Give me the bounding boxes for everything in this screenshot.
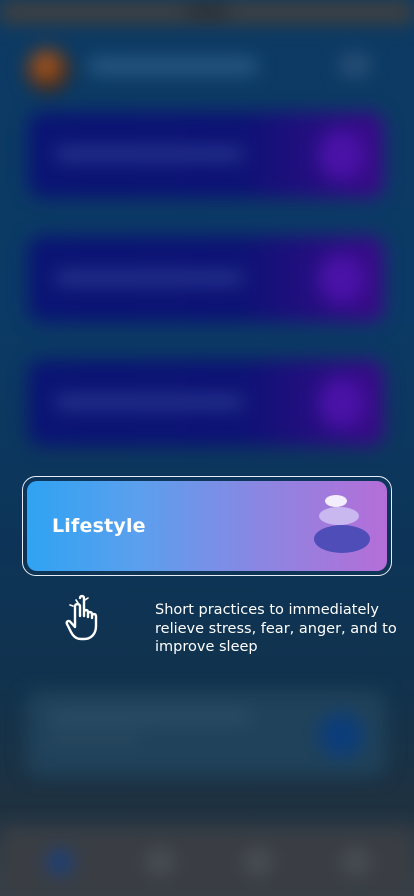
background-card-line [50, 734, 140, 744]
background-card [28, 360, 384, 446]
background-card [28, 236, 384, 322]
background-card-button [318, 712, 364, 758]
header-action-icon [340, 54, 370, 76]
background-card-label [54, 272, 244, 284]
background-card-lower [26, 690, 386, 776]
tab-icon [344, 850, 368, 874]
hand-pointer-icon [65, 594, 98, 641]
background-card-icon [318, 378, 364, 428]
blurred-background [0, 0, 414, 896]
status-bar [0, 0, 414, 24]
background-card-label [54, 148, 244, 160]
tab-bar [0, 828, 414, 896]
background-card-icon [318, 254, 364, 304]
tab-icon [246, 850, 270, 874]
app-screen: Lifestyle Short practices to immediately… [0, 0, 414, 896]
coach-mark-hint: Short practices to immediately relieve s… [155, 602, 397, 655]
lifestyle-card[interactable]: Lifestyle [27, 481, 387, 571]
tab-icon [148, 850, 172, 874]
tab-home-icon [48, 850, 72, 874]
header-title-placeholder [88, 58, 258, 74]
lifestyle-card-label: Lifestyle [52, 515, 146, 537]
background-card [28, 112, 384, 198]
background-card-icon [318, 130, 364, 180]
avatar [26, 48, 70, 92]
background-card-line [50, 712, 250, 722]
status-notch [185, 6, 229, 16]
background-card-label [54, 396, 244, 408]
balancing-stones-icon [314, 495, 370, 553]
